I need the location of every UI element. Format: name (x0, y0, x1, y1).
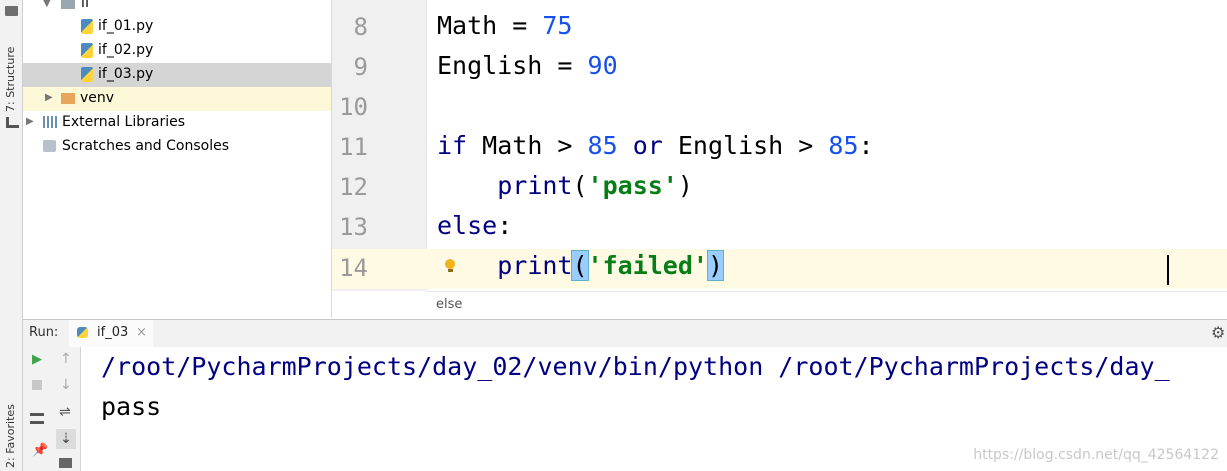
code-token: Math > (467, 131, 588, 160)
line-number: 9 (353, 53, 368, 81)
code-token: if (437, 131, 468, 160)
breadcrumb-item[interactable]: else (436, 297, 462, 312)
scratches-icon (43, 140, 56, 152)
tree-item-label: venv (80, 90, 115, 106)
python-file-icon (81, 19, 93, 34)
breadcrumb[interactable]: else (427, 291, 1227, 319)
line-number-current: 14 (339, 254, 368, 282)
editor-gutter: 8 9 10 11 12 13 (332, 0, 427, 291)
code-token: ( (571, 250, 589, 281)
code-token: 'failed' (587, 251, 708, 280)
code-token: ) (677, 171, 693, 200)
code-token: 90 (587, 51, 618, 80)
code-line: print('failed') (437, 250, 725, 281)
code-line: Math = 75 (437, 11, 572, 40)
print-icon[interactable] (59, 458, 72, 468)
tree-item-external-libraries[interactable]: ▶ External Libraries (23, 111, 331, 135)
chevron-right-icon[interactable]: ▶ (26, 116, 34, 127)
python-file-icon (81, 67, 93, 82)
console-command-line: /root/PycharmProjects/day_02/venv/bin/py… (101, 352, 1170, 381)
tree-item-label: if_01.py (98, 18, 154, 34)
up-arrow-icon[interactable]: ↑ (60, 351, 72, 367)
code-token: Math (437, 11, 498, 40)
gear-icon[interactable]: ⚙ (1211, 323, 1225, 342)
tree-item-file[interactable]: if_01.py (23, 15, 331, 39)
tree-item-label: External Libraries (62, 114, 185, 130)
project-tree: ▼ if if_01.py if_02.py if_03.py ▶ venv ▶… (23, 0, 332, 318)
close-icon[interactable]: × (136, 325, 147, 340)
favorites-tab[interactable]: 2: Favorites (4, 404, 17, 468)
libraries-icon (43, 116, 57, 128)
run-label: Run: (29, 325, 59, 340)
code-token: print (497, 251, 573, 280)
soft-wrap-icon[interactable]: ⇌ (59, 404, 71, 420)
code-token: : (858, 131, 874, 160)
line-number: 8 (353, 13, 368, 41)
code-editor[interactable]: Math = 75 English = 90 if Math > 85 or Eng… (427, 0, 1227, 291)
scroll-to-end-icon[interactable]: ⇣ (56, 429, 76, 449)
folder-icon (61, 93, 75, 104)
console-output-line: pass (101, 392, 162, 421)
code-token: English (437, 51, 543, 80)
run-tab[interactable]: if_03 × (69, 320, 153, 349)
line-number: 13 (339, 213, 368, 241)
line-number: 11 (339, 133, 368, 161)
code-line: English = 90 (437, 51, 618, 80)
tree-item-label: if (81, 0, 90, 11)
code-token: 85 (587, 131, 618, 160)
stop-icon[interactable] (32, 380, 42, 390)
run-toolbar: ▶ ↑ ↓ ⇌ ⇣ 📌 (23, 347, 81, 471)
code-token: else (437, 211, 498, 240)
code-line: else: (437, 211, 512, 240)
tree-item-label: if_03.py (98, 66, 154, 82)
code-token: English > (662, 131, 829, 160)
chevron-right-icon[interactable]: ▶ (45, 92, 53, 103)
code-token: print (497, 171, 573, 200)
tree-item-file[interactable]: if_02.py (23, 39, 331, 63)
tree-item-label: Scratches and Consoles (62, 138, 229, 154)
layout-icon[interactable] (30, 413, 44, 424)
code-token: = (497, 11, 543, 40)
code-token: = (542, 51, 588, 80)
tree-item-venv-folder[interactable]: ▶ venv (23, 87, 331, 111)
code-token: 'pass' (587, 171, 678, 200)
code-token: or (632, 131, 663, 160)
code-line: print('pass') (437, 171, 693, 200)
tree-item-scratches[interactable]: Scratches and Consoles (23, 135, 331, 159)
line-number: 12 (339, 173, 368, 201)
code-token: : (497, 211, 513, 240)
structure-icon (6, 117, 19, 128)
down-arrow-icon[interactable]: ↓ (60, 377, 72, 393)
run-tab-label: if_03 (97, 325, 129, 340)
python-run-icon (77, 327, 88, 338)
tree-item-label: if_02.py (98, 42, 154, 58)
structure-tab[interactable]: 7: Structure (4, 47, 17, 112)
tree-item-if-folder[interactable]: ▼ if (23, 0, 331, 16)
run-tool-window-header: Run: if_03 × ⚙ (23, 319, 1227, 349)
code-token: 85 (828, 131, 859, 160)
left-tool-strip: 7: Structure 2: Favorites (0, 0, 23, 471)
line-number: 10 (339, 93, 368, 121)
code-token: ) (706, 250, 725, 281)
rerun-icon[interactable]: ▶ (32, 352, 42, 367)
pin-icon[interactable]: 📌 (32, 443, 48, 458)
code-token: 75 (542, 11, 573, 40)
python-file-icon (81, 43, 93, 58)
chevron-down-icon[interactable]: ▼ (43, 0, 51, 9)
tree-item-file-selected[interactable]: if_03.py (23, 63, 331, 87)
code-token: ( (572, 171, 588, 200)
folder-icon (61, 0, 75, 9)
watermark: https://blog.csdn.net/qq_42564122 (973, 447, 1219, 463)
code-line: if Math > 85 or English > 85: (437, 131, 874, 160)
text-cursor (1167, 255, 1169, 285)
project-folder-icon[interactable] (5, 6, 18, 16)
